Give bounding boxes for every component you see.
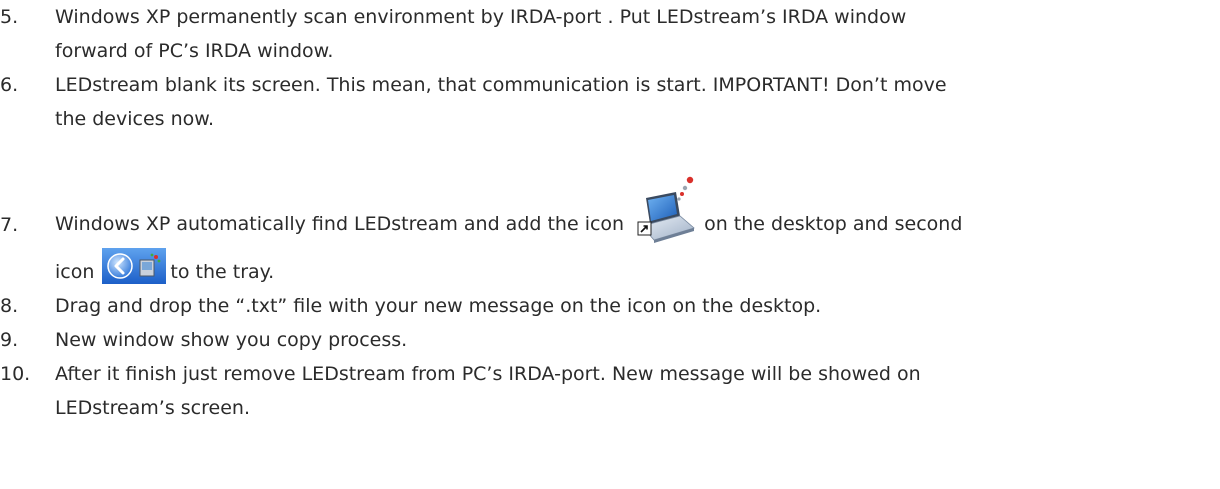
list-number: 9.: [0, 329, 19, 351]
list-item-8: 8. Drag and drop the “.txt” file with yo…: [0, 289, 1175, 323]
list-item-text: icon: [55, 261, 95, 283]
list-item-text: Windows XP automatically find LEDstream …: [55, 213, 625, 235]
list-item-line: the devices now.: [55, 108, 215, 130]
instruction-list: 5. Windows XP permanently scan environme…: [0, 0, 1220, 425]
list-item-10: 10. After it finish just remove LEDstrea…: [0, 357, 1175, 425]
list-item-text: to the tray.: [170, 261, 275, 283]
list-item-line: Windows XP permanently scan environment …: [55, 6, 907, 28]
list-item-line: New window show you copy process.: [55, 329, 408, 351]
list-number: 8.: [0, 295, 19, 317]
list-item-line: forward of PC’s IRDA window.: [55, 40, 334, 62]
list-item-9: 9. New window show you copy process.: [0, 323, 1175, 357]
list-number: 5.: [0, 6, 19, 28]
list-item-line: Drag and drop the “.txt” file with your …: [55, 295, 822, 317]
laptop-shortcut-icon[interactable]: [636, 172, 698, 244]
list-number: 10.: [0, 363, 31, 385]
list-item-7: 7. Windows XP automatically find LEDstre…: [0, 168, 1175, 289]
list-item-line: LEDstream’s screen.: [55, 397, 250, 419]
list-item-text: on the desktop and second: [704, 213, 963, 235]
list-item-line: icon to the tray.: [55, 248, 1175, 289]
list-item-line: After it finish just remove LEDstream fr…: [55, 363, 921, 385]
list-item-6: 6. LEDstream blank its screen. This mean…: [0, 68, 1175, 136]
list-item-line: 7. Windows XP automatically find LEDstre…: [0, 168, 1175, 244]
list-item-line: LEDstream blank its screen. This mean, t…: [55, 74, 947, 96]
list-number: 6.: [0, 74, 19, 96]
list-number: 7.: [0, 214, 19, 236]
irda-tray-icon[interactable]: [102, 248, 167, 284]
list-item-5: 5. Windows XP permanently scan environme…: [0, 0, 1175, 68]
